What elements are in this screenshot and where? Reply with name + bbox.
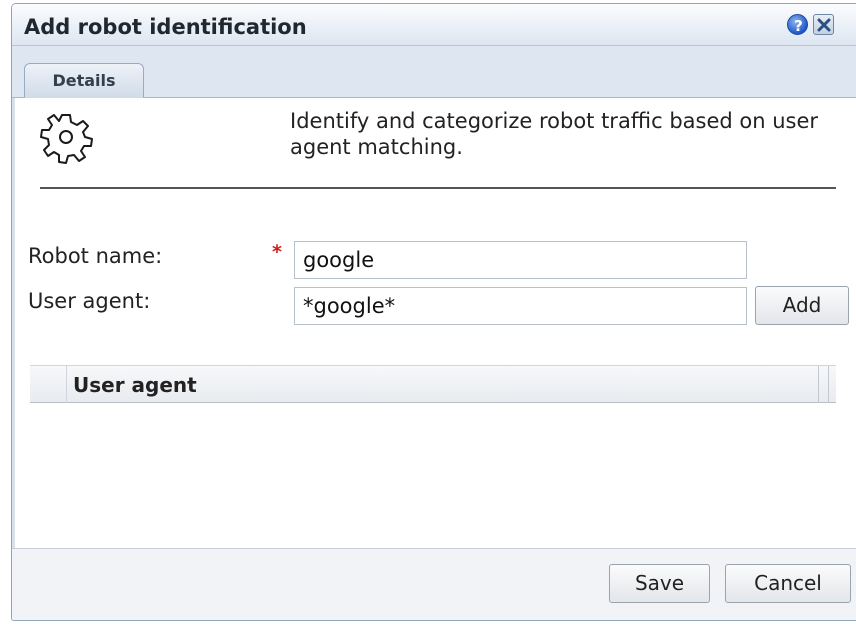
- save-button[interactable]: Save: [609, 564, 710, 603]
- add-robot-dialog: Add robot identification ? Details Ident…: [11, 3, 856, 621]
- help-icon[interactable]: ?: [787, 14, 808, 35]
- description-text: Identify and categorize robot traffic ba…: [290, 109, 819, 159]
- user-agent-grid-body: [30, 404, 836, 544]
- gear-icon: [40, 114, 93, 164]
- section-divider: [40, 187, 836, 189]
- grid-column-user-agent[interactable]: User agent: [73, 373, 197, 397]
- robot-name-label: Robot name:: [28, 244, 163, 268]
- required-marker: *: [272, 241, 282, 263]
- close-icon[interactable]: [813, 14, 834, 35]
- grid-column-divider[interactable]: [818, 366, 819, 403]
- grid-column-divider[interactable]: [828, 366, 829, 403]
- tab-strip: Details: [12, 46, 856, 99]
- svg-text:?: ?: [794, 17, 803, 35]
- details-panel: Identify and categorize robot traffic ba…: [12, 98, 856, 548]
- user-agent-label: User agent:: [28, 289, 151, 313]
- dialog-titlebar[interactable]: Add robot identification ?: [12, 4, 856, 46]
- add-button[interactable]: Add: [755, 286, 849, 325]
- user-agent-input[interactable]: *google*: [294, 287, 747, 325]
- tab-details[interactable]: Details: [24, 63, 144, 99]
- cancel-button[interactable]: Cancel: [725, 564, 851, 603]
- user-agent-grid-header: User agent: [30, 365, 836, 403]
- dialog-footer: Save Cancel: [12, 548, 856, 620]
- robot-name-input[interactable]: google: [294, 241, 747, 279]
- dialog-title: Add robot identification: [24, 15, 307, 39]
- grid-select-column[interactable]: [30, 366, 67, 403]
